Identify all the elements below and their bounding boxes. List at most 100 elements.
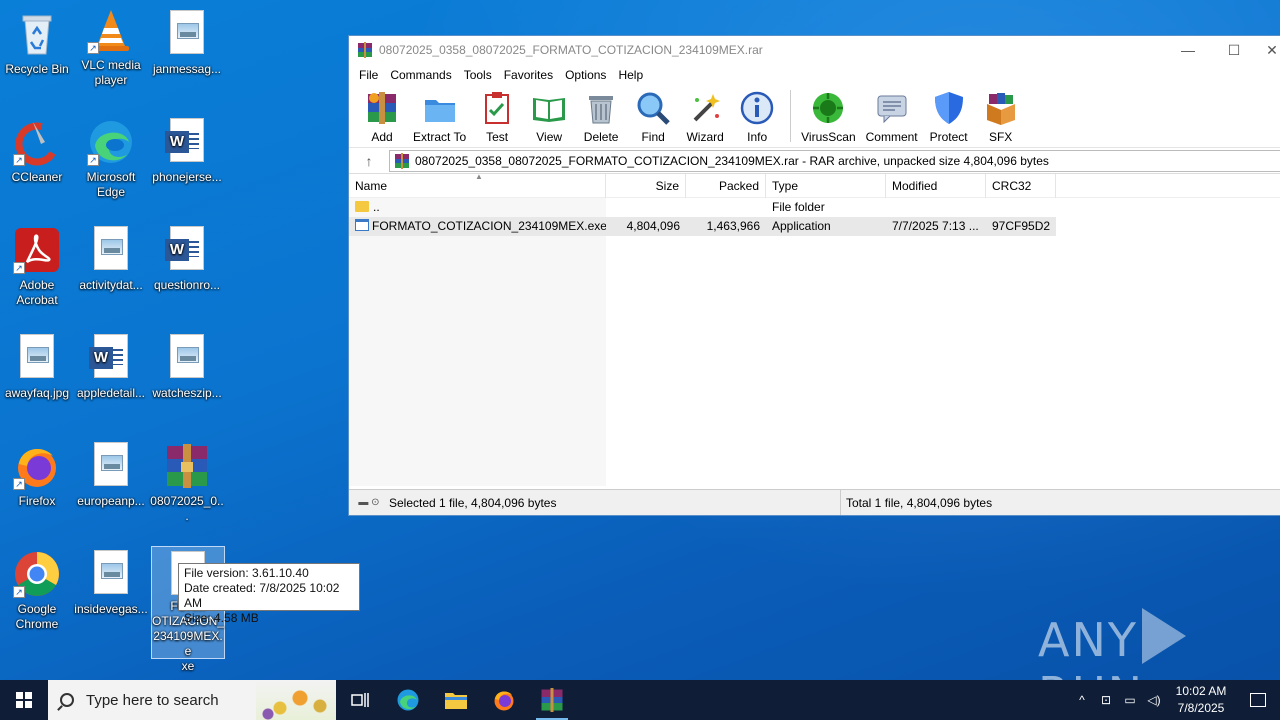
taskbar-search-box[interactable]: Type here to search: [48, 680, 336, 720]
column-header-size[interactable]: Size: [606, 173, 686, 198]
extract-to-button[interactable]: Extract To: [409, 90, 470, 144]
image-file-icon: [163, 334, 211, 382]
menu-favorites[interactable]: Favorites: [498, 68, 559, 82]
desktop-icon-firefox[interactable]: ↗ Firefox: [0, 442, 74, 509]
row-name: FORMATO_COTIZACION_234109MEX.exe: [372, 219, 606, 233]
sfx-button[interactable]: SFX: [976, 90, 1026, 144]
delete-button[interactable]: Delete: [576, 90, 626, 144]
protect-shield-icon: [931, 90, 967, 126]
word-document-icon: W: [163, 226, 211, 274]
drive-icon[interactable]: ▬ ⊙: [349, 497, 389, 508]
desktop-icon-adobe-acrobat[interactable]: ↗ Adobe Acrobat: [0, 226, 74, 308]
desktop-icon-edge[interactable]: ↗ Microsoft Edge: [74, 118, 148, 200]
desktop-icon-europeanp[interactable]: europeanp...: [74, 442, 148, 509]
desktop-icon-label: questionro...: [153, 278, 221, 292]
taskbar-file-explorer[interactable]: [432, 680, 480, 720]
menu-help[interactable]: Help: [612, 68, 649, 82]
notification-button[interactable]: [1236, 693, 1280, 707]
desktop-icon-janmessag[interactable]: janmessag...: [150, 10, 224, 77]
row-type: File folder: [772, 200, 825, 214]
desktop-icon-vlc[interactable]: ↗ VLC media player: [74, 6, 148, 88]
search-icon: [60, 693, 74, 707]
add-button[interactable]: Add: [357, 90, 407, 144]
up-arrow-icon[interactable]: ↑: [349, 153, 389, 169]
wizard-button[interactable]: Wizard: [680, 90, 730, 144]
status-bar: ▬ ⊙ Selected 1 file, 4,804,096 bytes Tot…: [349, 489, 1280, 515]
taskbar-winrar[interactable]: [528, 680, 576, 720]
info-icon: [739, 90, 775, 126]
menu-bar: File Commands Tools Favorites Options He…: [349, 64, 1280, 86]
name-column-background: [349, 198, 606, 486]
desktop-icon-rar-archive[interactable]: 08072025_0...: [150, 442, 224, 524]
close-button[interactable]: ✕: [1257, 36, 1280, 64]
desktop-icon-ccleaner[interactable]: ↗ CCleaner: [0, 118, 74, 185]
chevron-up-icon[interactable]: ^: [1070, 693, 1094, 707]
desktop-icon-google-chrome[interactable]: ↗ Google Chrome: [0, 550, 74, 632]
desktop-icon-insidevegas[interactable]: insidevegas...: [74, 550, 148, 617]
menu-tools[interactable]: Tools: [458, 68, 498, 82]
desktop-icon-awayfaq[interactable]: awayfaq.jpg: [0, 334, 74, 401]
test-button[interactable]: Test: [472, 90, 522, 144]
info-label: Info: [747, 130, 768, 144]
desktop-icon-questionro[interactable]: W questionro...: [150, 226, 224, 293]
virusscan-label: VirusScan: [801, 130, 856, 144]
column-header-crc32[interactable]: CRC32: [986, 173, 1056, 198]
desktop-icon-label: janmessag...: [152, 62, 222, 76]
taskbar-edge[interactable]: [384, 680, 432, 720]
tooltip-date-created: Date created: 7/8/2025 10:02 AM: [184, 581, 340, 610]
column-header-type[interactable]: Type: [766, 173, 886, 198]
start-button[interactable]: [0, 680, 48, 720]
desktop-icon-label: Google Chrome: [15, 602, 59, 631]
desktop-icon-phonejerse[interactable]: W phonejerse...: [150, 118, 224, 185]
minimize-button[interactable]: —: [1165, 36, 1211, 64]
winrar-window: 08072025_0358_08072025_FORMATO_COTIZACIO…: [348, 35, 1280, 516]
desktop-icon-label: 08072025_0...: [150, 494, 224, 523]
list-row-parent-folder[interactable]: .. File folder: [349, 198, 1280, 217]
watermark-left-text: ANY: [1038, 613, 1138, 667]
clock[interactable]: 10:02 AM 7/8/2025: [1166, 683, 1236, 717]
virusscan-button[interactable]: VirusScan: [797, 90, 859, 144]
shortcut-arrow-icon: ↗: [13, 586, 25, 598]
taskbar-firefox[interactable]: [480, 680, 528, 720]
address-field[interactable]: 08072025_0358_08072025_FORMATO_COTIZACIO…: [389, 149, 1280, 172]
info-button[interactable]: Info: [732, 90, 782, 144]
task-view-icon: [351, 693, 369, 707]
rar-archive-icon: [394, 152, 410, 169]
volume-icon[interactable]: ◁): [1142, 693, 1166, 707]
task-view-button[interactable]: [336, 680, 384, 720]
view-button[interactable]: View: [524, 90, 574, 144]
clock-date: 7/8/2025: [1177, 701, 1225, 715]
extract-to-label: Extract To: [413, 130, 467, 144]
system-tray: ^ ⊡ ▭ ◁) 10:02 AM 7/8/2025: [1070, 680, 1280, 720]
firefox-icon: ↗: [13, 442, 61, 490]
desktop-icon-activitydat[interactable]: activitydat...: [74, 226, 148, 293]
list-row-exe-file[interactable]: FORMATO_COTIZACION_234109MEX.exe 4,804,0…: [349, 217, 1056, 236]
desktop-icon-watcheszip[interactable]: watcheszip...: [150, 334, 224, 401]
tooltip-file-version: File version: 3.61.10.40: [184, 566, 309, 580]
column-header-packed[interactable]: Packed: [686, 173, 766, 198]
extract-folder-icon: [422, 90, 458, 126]
winrar-icon: [541, 688, 563, 712]
menu-commands[interactable]: Commands: [384, 68, 457, 82]
desktop-icon-recycle-bin[interactable]: Recycle Bin: [0, 10, 74, 77]
find-button[interactable]: Find: [628, 90, 678, 144]
desktop-icon-appledetail[interactable]: W appledetail...: [74, 334, 148, 401]
view-book-icon: [531, 90, 567, 126]
network-icon[interactable]: ▭: [1118, 693, 1142, 707]
protect-button[interactable]: Protect: [924, 90, 974, 144]
recycle-bin-icon: [13, 10, 61, 58]
menu-file[interactable]: File: [353, 68, 384, 82]
virusscan-bug-icon: [810, 90, 846, 126]
search-placeholder: Type here to search: [86, 691, 219, 709]
title-bar[interactable]: 08072025_0358_08072025_FORMATO_COTIZACIO…: [349, 36, 1280, 64]
maximize-button[interactable]: ☐: [1211, 36, 1257, 64]
firefox-icon: [494, 691, 514, 711]
comment-button[interactable]: Comment: [862, 90, 922, 144]
desktop-icon-label: VLC media player: [81, 58, 141, 87]
menu-options[interactable]: Options: [559, 68, 612, 82]
comment-icon: [874, 90, 910, 126]
device-icon[interactable]: ⊡: [1094, 693, 1118, 707]
image-file-icon: [87, 442, 135, 490]
column-header-modified[interactable]: Modified: [886, 173, 986, 198]
row-type: Application: [772, 219, 831, 233]
